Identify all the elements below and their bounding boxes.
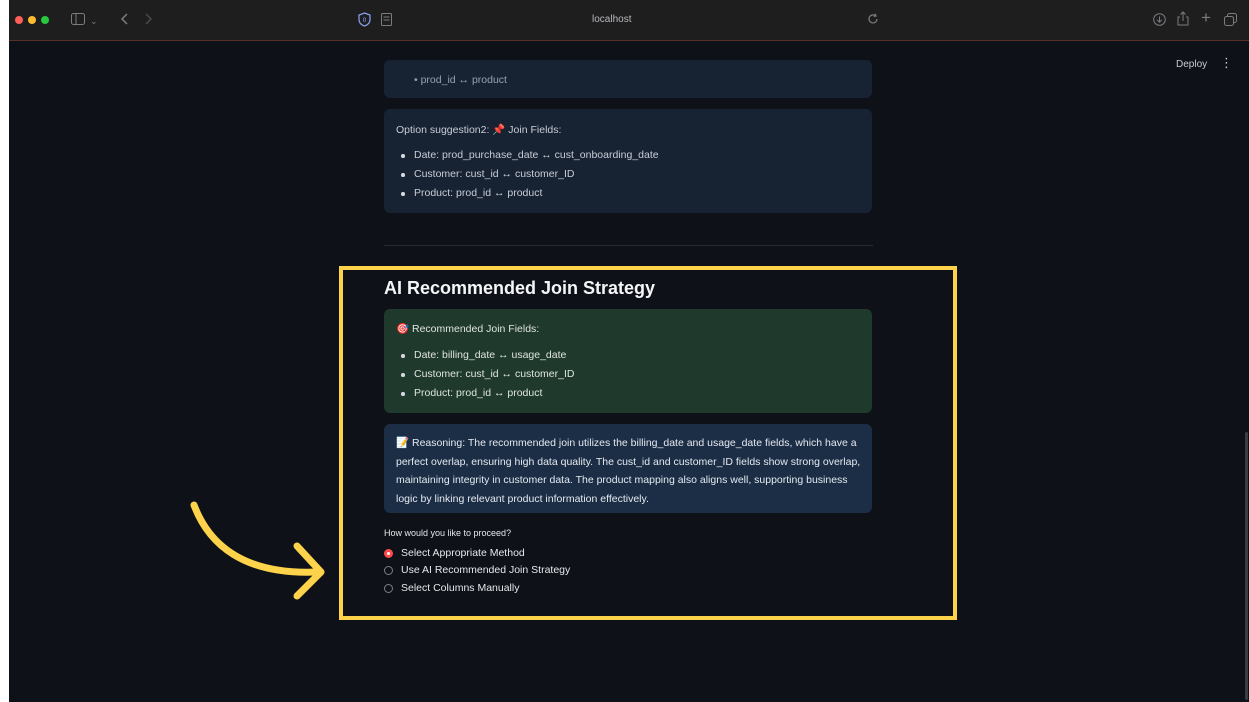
sidebar-toggle-icon[interactable]: [71, 13, 85, 27]
main-menu-icon[interactable]: ⋮: [1220, 56, 1233, 69]
svg-text:0: 0: [363, 17, 367, 24]
forward-icon[interactable]: [145, 13, 153, 27]
shield-icon[interactable]: 0: [358, 12, 371, 29]
option-suggestion-2-list: Date: prod_purchase_date ↔ cust_onboardi…: [396, 146, 659, 203]
highlight-box: [339, 266, 957, 620]
minimize-window-button[interactable]: [28, 16, 36, 24]
arrow-icon: [190, 501, 325, 600]
chevron-down-icon[interactable]: ⌄: [90, 14, 98, 28]
divider: [384, 245, 873, 246]
reader-icon[interactable]: [381, 13, 392, 28]
new-tab-icon[interactable]: +: [1201, 9, 1211, 26]
option-suggestion-1-card: • prod_id ↔ product: [384, 60, 872, 98]
partial-card-text: • prod_id ↔ product: [414, 74, 507, 86]
deploy-button[interactable]: Deploy: [1176, 59, 1207, 70]
reload-icon[interactable]: [867, 13, 879, 27]
option-suggestion-2-card: Option suggestion2: 📌 Join Fields: Date:…: [384, 109, 872, 213]
share-icon[interactable]: [1177, 11, 1189, 28]
close-window-button[interactable]: [15, 16, 23, 24]
tab-overview-icon[interactable]: [1224, 13, 1237, 28]
download-icon[interactable]: [1153, 13, 1166, 28]
zoom-window-button[interactable]: [41, 16, 49, 24]
list-item: Product: prod_id ↔ product: [396, 184, 659, 203]
option-suggestion-2-title: Option suggestion2: 📌 Join Fields:: [396, 124, 562, 136]
list-item: Customer: cust_id ↔ customer_ID: [396, 165, 659, 184]
back-icon[interactable]: [120, 13, 128, 27]
browser-toolbar: ⌄ 0 localhost +: [9, 0, 1249, 41]
list-item: Date: prod_purchase_date ↔ cust_onboardi…: [396, 146, 659, 165]
address-bar[interactable]: localhost: [592, 14, 631, 25]
page-scrollbar[interactable]: [1245, 432, 1248, 700]
browser-window: ⌄ 0 localhost + Deploy ⋮ • prod_id ↔ pro…: [9, 0, 1249, 702]
